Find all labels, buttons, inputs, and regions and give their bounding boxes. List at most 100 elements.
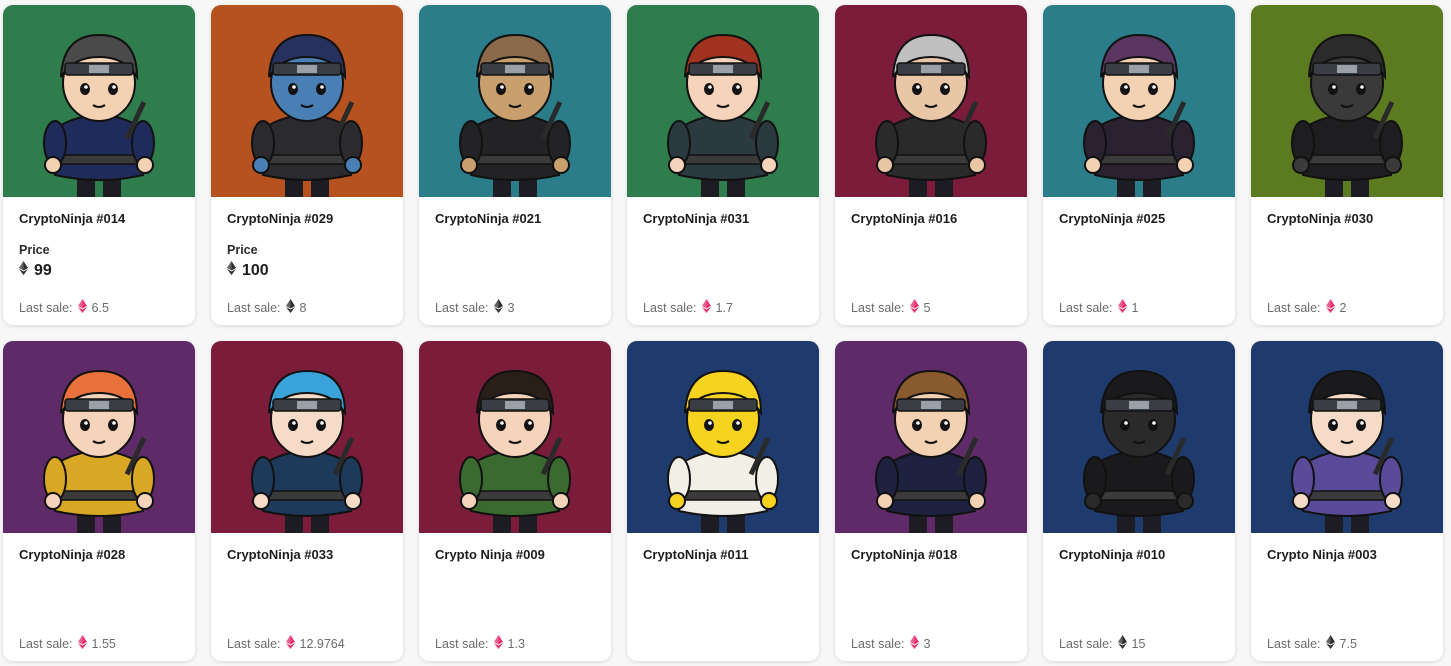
nft-card[interactable]: CryptoNinja #016 Last sale: 5 — [835, 5, 1027, 325]
nft-image[interactable] — [1251, 341, 1443, 533]
last-sale-amount: 12.9764 — [299, 636, 345, 651]
nft-name[interactable]: CryptoNinja #030 — [1267, 211, 1373, 226]
nft-card[interactable]: CryptoNinja #025 Last sale: 1 — [1043, 5, 1235, 325]
nft-card[interactable]: CryptoNinja #011 — [627, 341, 819, 661]
nft-name[interactable]: CryptoNinja #010 — [1059, 547, 1165, 562]
price-amount: 100 — [242, 261, 269, 279]
last-sale-amount: 3 — [923, 636, 931, 651]
nft-name[interactable]: CryptoNinja #028 — [19, 547, 125, 562]
last-sale: Last sale: 8 — [227, 299, 306, 316]
nft-info: CryptoNinja #010 Last sale: 15 — [1059, 533, 1219, 661]
nft-image[interactable] — [211, 5, 403, 197]
nft-info: CryptoNinja #033 Last sale: 12.9764 — [227, 533, 387, 661]
nft-card[interactable]: CryptoNinja #033 Last sale: 12.9764 — [211, 341, 403, 661]
last-sale-amount: 8 — [299, 300, 307, 315]
nft-name[interactable]: CryptoNinja #014 — [19, 211, 125, 226]
last-sale-amount: 7.5 — [1339, 636, 1357, 651]
nft-name[interactable]: CryptoNinja #021 — [435, 211, 541, 226]
nft-image[interactable] — [3, 341, 195, 533]
last-sale: Last sale: 7.5 — [1267, 635, 1357, 652]
nft-card[interactable]: CryptoNinja #021 Last sale: 3 — [419, 5, 611, 325]
nft-info: CryptoNinja #016 Last sale: 5 — [851, 197, 1011, 325]
last-sale-label: Last sale: — [851, 300, 905, 315]
last-sale-label: Last sale: — [1267, 636, 1321, 651]
eth-icon — [227, 261, 236, 280]
eth-icon — [909, 635, 919, 652]
nft-name[interactable]: Crypto Ninja #009 — [435, 547, 545, 562]
nft-card[interactable]: CryptoNinja #031 Last sale: 1.7 — [627, 5, 819, 325]
nft-info: CryptoNinja #028 Last sale: 1.55 — [19, 533, 179, 661]
nft-image[interactable] — [211, 341, 403, 533]
nft-image[interactable] — [627, 5, 819, 197]
last-sale: Last sale: 1.7 — [643, 299, 733, 316]
nft-info: CryptoNinja #018 Last sale: 3 — [851, 533, 1011, 661]
last-sale-amount: 15 — [1131, 636, 1146, 651]
last-sale-amount: 1.55 — [91, 636, 116, 651]
nft-card[interactable]: CryptoNinja #029 Price 100 Last sale: 8 — [211, 5, 403, 325]
nft-image[interactable] — [1251, 5, 1443, 197]
last-sale-label: Last sale: — [227, 636, 281, 651]
nft-image[interactable] — [835, 341, 1027, 533]
price-amount: 99 — [34, 261, 52, 279]
eth-icon — [77, 299, 87, 316]
nft-name[interactable]: CryptoNinja #031 — [643, 211, 749, 226]
price-label: Price — [19, 243, 50, 257]
eth-icon — [493, 299, 503, 316]
nft-card[interactable]: Crypto Ninja #009 Last sale: 1.3 — [419, 341, 611, 661]
nft-card[interactable]: CryptoNinja #030 Last sale: 2 — [1251, 5, 1443, 325]
nft-name[interactable]: Crypto Ninja #003 — [1267, 547, 1377, 562]
nft-card[interactable]: CryptoNinja #010 Last sale: 15 — [1043, 341, 1235, 661]
eth-icon — [493, 635, 503, 652]
last-sale-amount: 1.7 — [715, 300, 733, 315]
last-sale-label: Last sale: — [435, 300, 489, 315]
nft-image[interactable] — [1043, 341, 1235, 533]
nft-card[interactable]: CryptoNinja #014 Price 99 Last sale: 6.5 — [3, 5, 195, 325]
nft-card[interactable]: CryptoNinja #028 Last sale: 1.55 — [3, 341, 195, 661]
last-sale-amount: 1 — [1131, 300, 1139, 315]
last-sale-amount: 1.3 — [507, 636, 525, 651]
nft-image[interactable] — [419, 341, 611, 533]
nft-name[interactable]: CryptoNinja #016 — [851, 211, 957, 226]
last-sale: Last sale: 3 — [851, 635, 930, 652]
last-sale-label: Last sale: — [19, 636, 73, 651]
nft-info: CryptoNinja #011 — [643, 533, 803, 661]
nft-name[interactable]: CryptoNinja #011 — [643, 547, 749, 562]
nft-card[interactable]: CryptoNinja #018 Last sale: 3 — [835, 341, 1027, 661]
eth-icon — [909, 299, 919, 316]
nft-name[interactable]: CryptoNinja #018 — [851, 547, 957, 562]
nft-info: CryptoNinja #031 Last sale: 1.7 — [643, 197, 803, 325]
last-sale: Last sale: 12.9764 — [227, 635, 345, 652]
nft-info: CryptoNinja #025 Last sale: 1 — [1059, 197, 1219, 325]
nft-name[interactable]: CryptoNinja #033 — [227, 547, 333, 562]
nft-image[interactable] — [1043, 5, 1235, 197]
eth-icon — [701, 299, 711, 316]
nft-image[interactable] — [3, 5, 195, 197]
eth-icon — [1117, 635, 1127, 652]
last-sale-label: Last sale: — [643, 300, 697, 315]
last-sale: Last sale: 15 — [1059, 635, 1145, 652]
last-sale: Last sale: 1.55 — [19, 635, 116, 652]
nft-info: CryptoNinja #014 Price 99 Last sale: 6.5 — [19, 197, 179, 325]
eth-icon — [1325, 635, 1335, 652]
eth-icon — [285, 635, 295, 652]
eth-icon — [285, 299, 295, 316]
eth-icon — [77, 635, 87, 652]
nft-card[interactable]: Crypto Ninja #003 Last sale: 7.5 — [1251, 341, 1443, 661]
last-sale-amount: 2 — [1339, 300, 1347, 315]
last-sale: Last sale: 1.3 — [435, 635, 525, 652]
last-sale-amount: 3 — [507, 300, 515, 315]
eth-icon — [19, 261, 28, 280]
nft-name[interactable]: CryptoNinja #025 — [1059, 211, 1165, 226]
eth-icon — [1325, 299, 1335, 316]
nft-info: Crypto Ninja #009 Last sale: 1.3 — [435, 533, 595, 661]
last-sale-label: Last sale: — [227, 300, 281, 315]
nft-grid: CryptoNinja #014 Price 99 Last sale: 6.5… — [3, 5, 1443, 661]
nft-image[interactable] — [419, 5, 611, 197]
nft-name[interactable]: CryptoNinja #029 — [227, 211, 333, 226]
nft-image[interactable] — [835, 5, 1027, 197]
nft-info: CryptoNinja #029 Price 100 Last sale: 8 — [227, 197, 387, 325]
last-sale: Last sale: 6.5 — [19, 299, 109, 316]
last-sale: Last sale: 2 — [1267, 299, 1346, 316]
nft-image[interactable] — [627, 341, 819, 533]
last-sale-amount: 6.5 — [91, 300, 109, 315]
